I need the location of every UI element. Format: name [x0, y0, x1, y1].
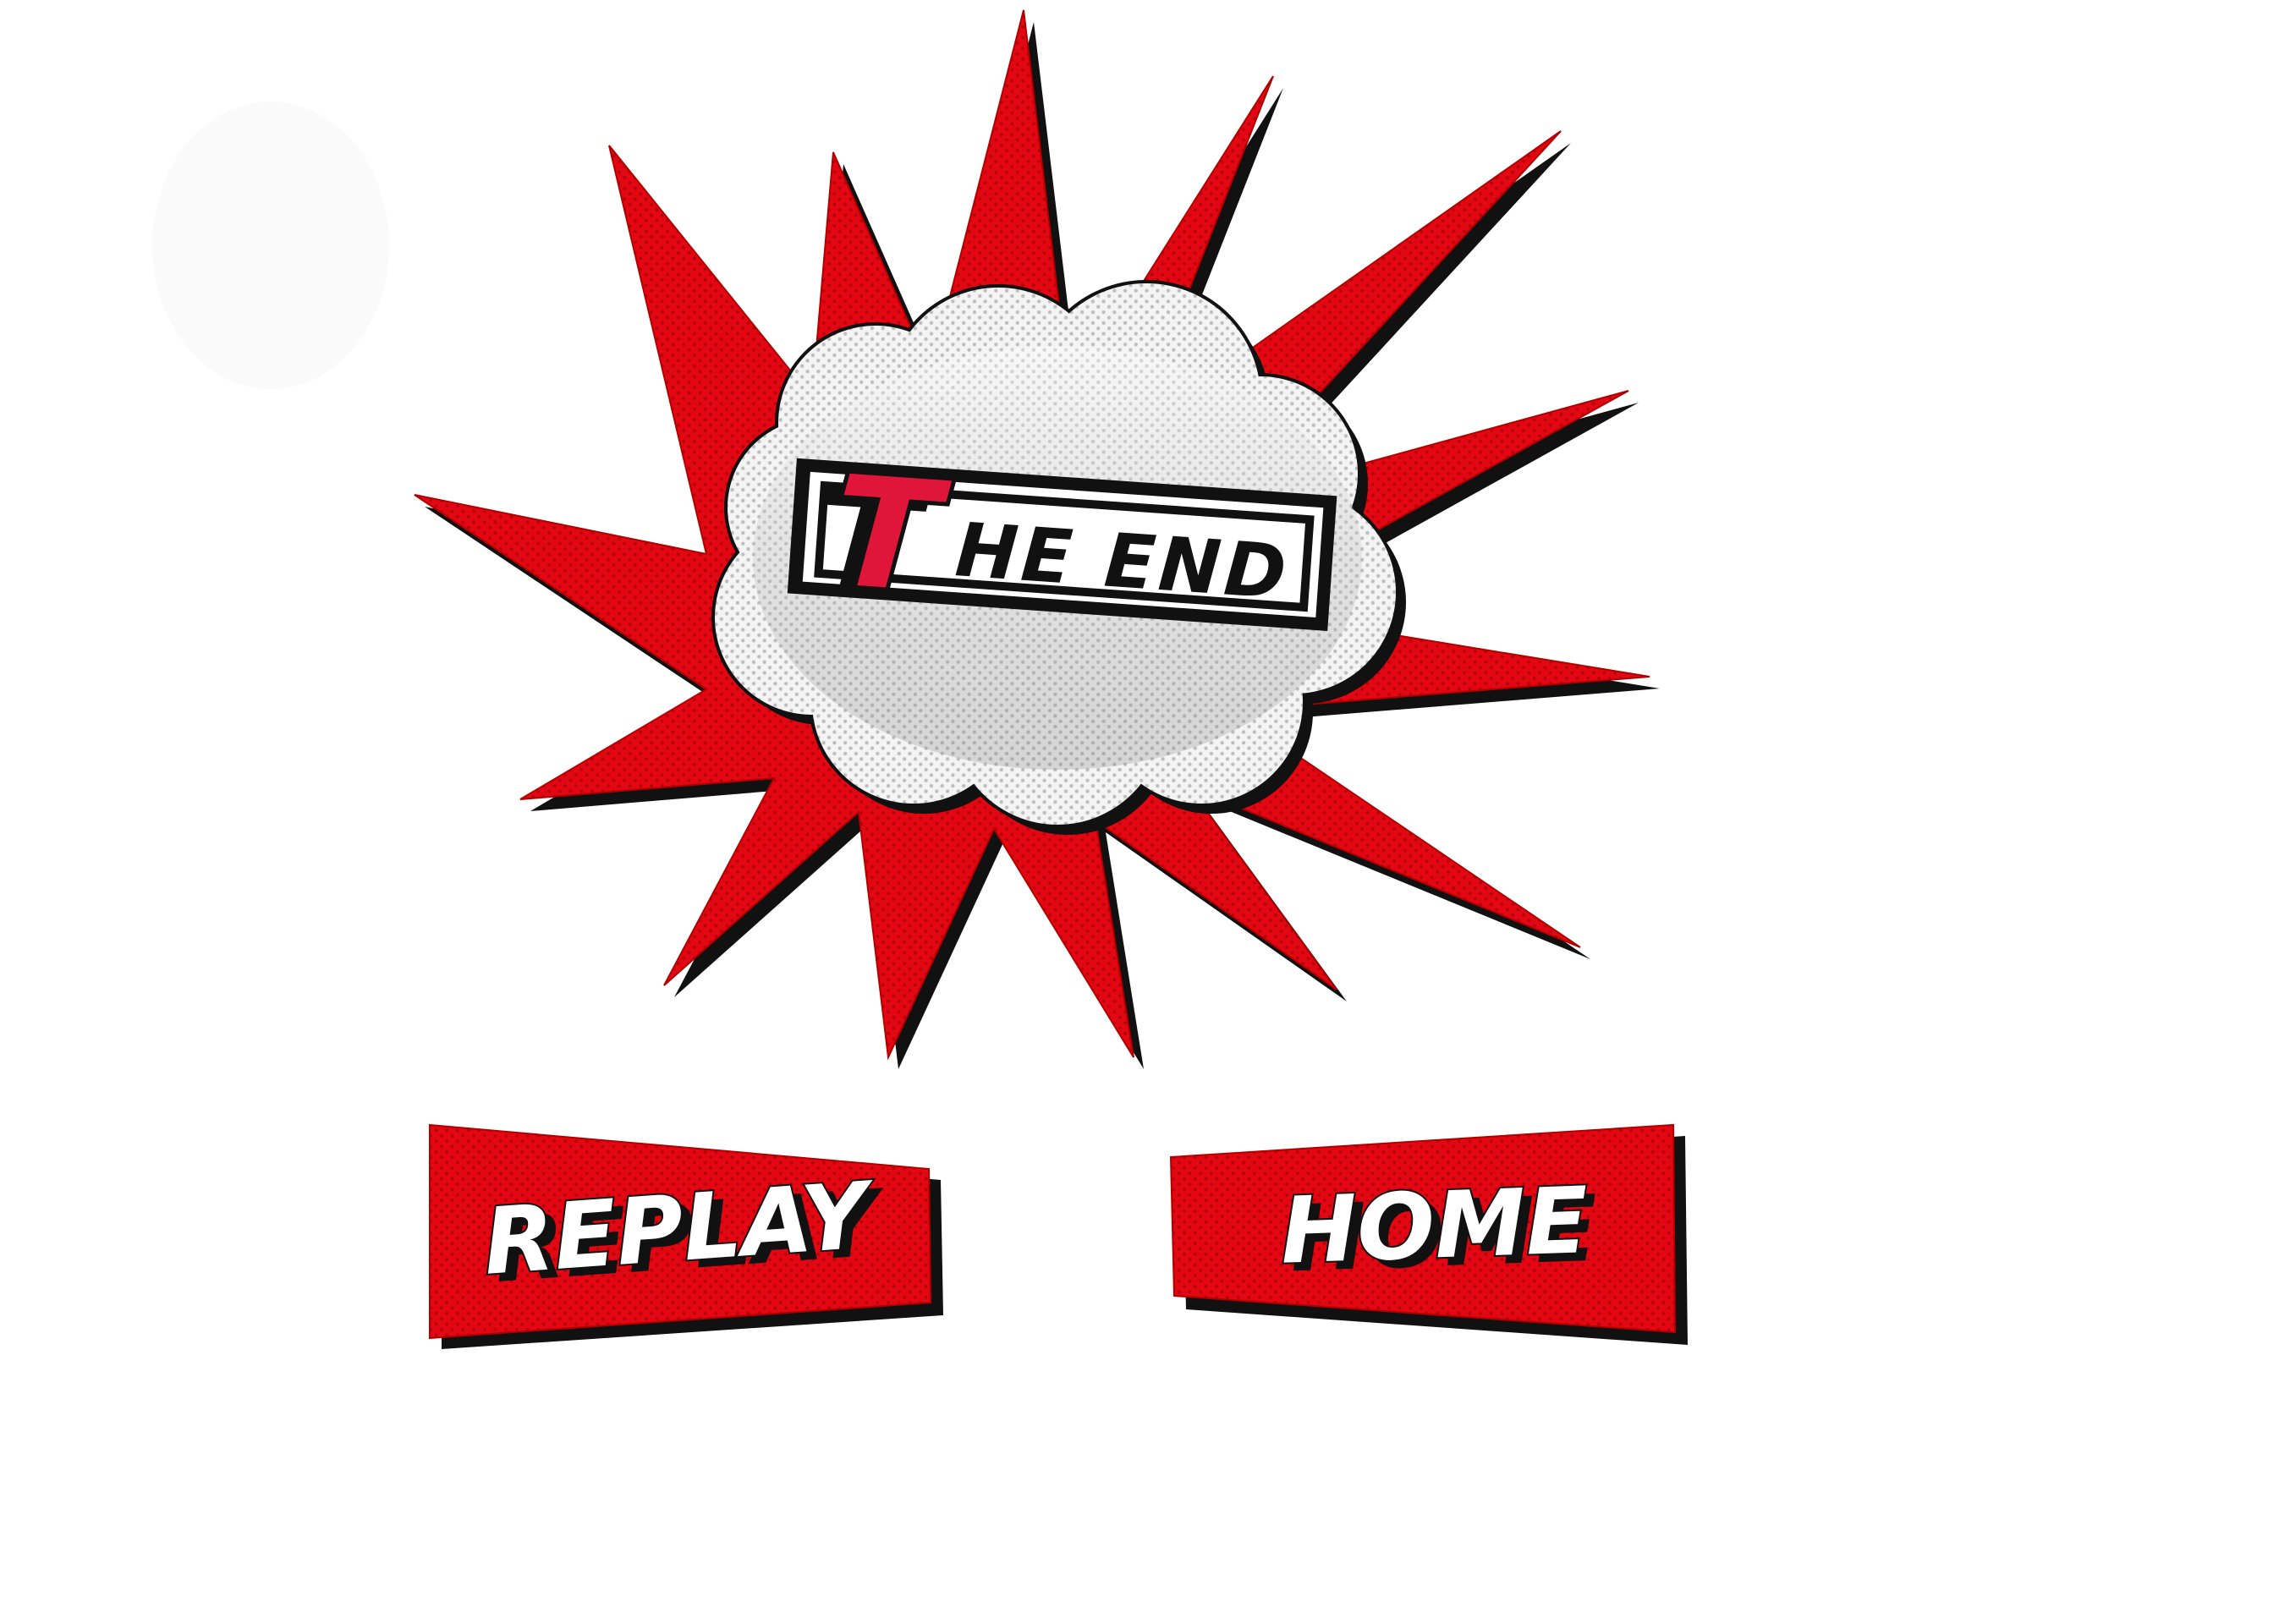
home-label: HOME: [1279, 1168, 1590, 1285]
home-button[interactable]: HOME HOME: [1169, 1123, 1688, 1345]
replay-button[interactable]: REPLAY REPLAY: [429, 1123, 943, 1349]
end-screen: T T HE END REPLAY REPLAY HOME HOME: [152, 9, 1688, 1349]
background-glow: [152, 102, 389, 389]
